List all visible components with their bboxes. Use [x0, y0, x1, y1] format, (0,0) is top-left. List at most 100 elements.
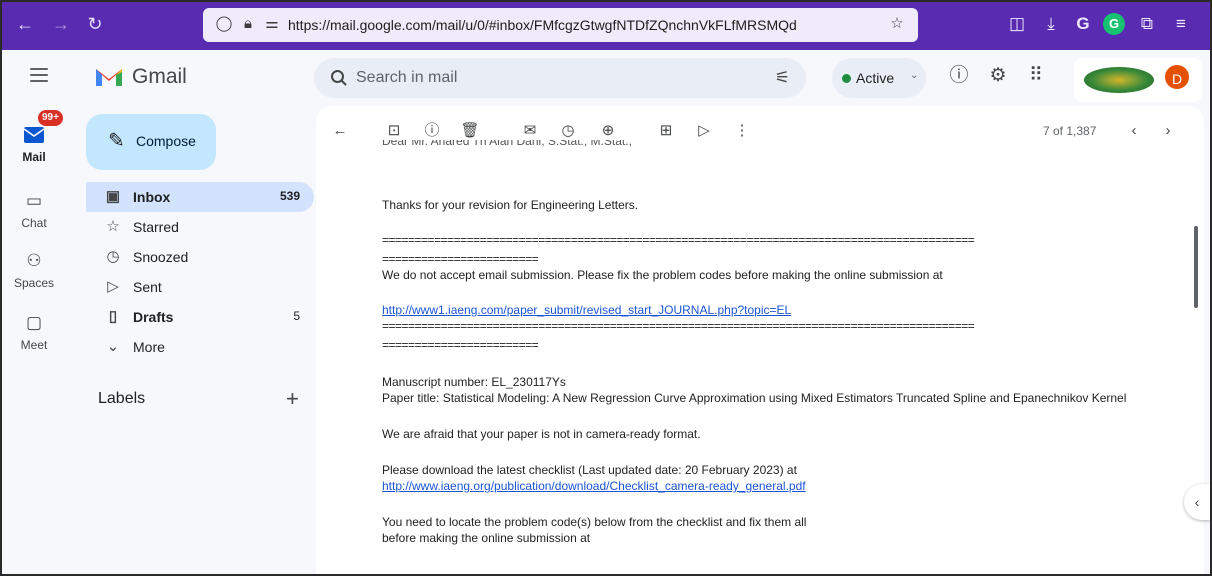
- spaces-people-icon: ⚇: [26, 251, 42, 270]
- rail-chat-label: Chat: [21, 216, 47, 230]
- star-icon: ☆: [106, 218, 120, 235]
- email-line: You need to locate the problem code(s) b…: [382, 515, 807, 529]
- separator-line: ========================: [382, 338, 539, 352]
- draft-file-icon: ▯: [108, 308, 118, 325]
- organization-emblem-icon: [1084, 67, 1154, 93]
- shield-icon[interactable]: ◯: [215, 15, 233, 33]
- report-spam-icon[interactable]: ⓘ: [422, 121, 442, 141]
- back-arrow-icon[interactable]: ←: [14, 13, 36, 35]
- chat-icon: ▭: [25, 191, 43, 210]
- checklist-link[interactable]: http://www.iaeng.org/publication/downloa…: [382, 479, 806, 493]
- email-line: before making the online submission at: [382, 531, 591, 545]
- chevron-down-icon: ⌄: [910, 70, 919, 81]
- search-bar[interactable]: Search in mail ⚟: [314, 58, 806, 98]
- grammarly-icon[interactable]: G: [1103, 13, 1125, 35]
- browser-toolbar: ← → ↻ ◯ 🔒︎ ⚌ https://mail.google.com/mai…: [0, 0, 1212, 50]
- search-icon[interactable]: [330, 69, 348, 87]
- email-line: Paper title: Statistical Modeling: A New…: [382, 391, 1127, 405]
- archive-icon[interactable]: ⊡: [384, 121, 404, 141]
- nav-item-label: Inbox: [133, 189, 171, 205]
- compose-button[interactable]: ✎ Compose: [86, 114, 216, 170]
- status-label: Active: [856, 70, 895, 86]
- extension-g-icon[interactable]: G: [1072, 13, 1094, 35]
- email-line: Manuscript number: EL_230117Ys: [382, 375, 566, 389]
- email-link[interactable]: http://www.iaeng.org/publication/downloa…: [382, 478, 806, 494]
- more-options-icon[interactable]: ⋮: [732, 121, 752, 141]
- previous-message-icon[interactable]: ‹: [1124, 121, 1144, 141]
- nav-item-inbox[interactable]: ▣ Inbox 539: [86, 182, 314, 212]
- inbox-icon: ▣: [105, 188, 121, 205]
- nav-item-starred[interactable]: ☆ Starred: [86, 212, 314, 242]
- drafts-count: 5: [293, 309, 300, 323]
- url-text[interactable]: https://mail.google.com/mail/u/0/#inbox/…: [288, 17, 797, 33]
- nav-item-label: More: [133, 339, 165, 355]
- back-to-inbox-icon[interactable]: ←: [330, 121, 350, 141]
- rail-chat[interactable]: ▭ Chat: [2, 190, 66, 230]
- rail-spaces[interactable]: ⚇ Spaces: [2, 250, 66, 290]
- rail-mail[interactable]: 99+ Mail: [2, 110, 66, 164]
- status-selector[interactable]: Active ⌄: [832, 58, 926, 98]
- add-to-tasks-icon[interactable]: ⊕: [598, 121, 618, 141]
- search-input[interactable]: Search in mail: [356, 69, 457, 87]
- help-icon[interactable]: ⓘ: [947, 64, 971, 88]
- mail-icon: [23, 127, 45, 143]
- email-line: We do not accept email submission. Pleas…: [382, 268, 943, 282]
- move-to-folder-icon[interactable]: ⊞: [656, 121, 676, 141]
- email-line: We are afraid that your paper is not in …: [382, 427, 701, 441]
- pocket-icon[interactable]: ◫: [1006, 13, 1028, 35]
- rail-mail-label: Mail: [22, 150, 46, 164]
- extensions-puzzle-icon[interactable]: ⧉: [1136, 13, 1158, 35]
- reload-icon[interactable]: ↻: [84, 13, 106, 35]
- settings-gear-icon[interactable]: ⚙: [986, 64, 1010, 88]
- nav-item-snoozed[interactable]: ◷ Snoozed: [86, 242, 314, 272]
- email-line: Please download the latest checklist (La…: [382, 463, 797, 477]
- mark-unread-icon[interactable]: ✉: [520, 121, 540, 141]
- address-bar[interactable]: ◯ 🔒︎ ⚌ https://mail.google.com/mail/u/0/…: [203, 8, 918, 42]
- email-line: Thanks for your revision for Engineering…: [382, 198, 639, 212]
- gmail-m-icon: [96, 69, 122, 86]
- separator-line: ========================================…: [382, 319, 975, 333]
- main-menu-icon[interactable]: [30, 68, 48, 82]
- inbox-count: 539: [279, 189, 300, 203]
- status-dot-icon: [842, 74, 851, 83]
- permissions-icon[interactable]: ⚌: [263, 15, 281, 33]
- message-pager: 7 of 1,387: [1043, 124, 1097, 138]
- app-name: Gmail: [132, 65, 187, 88]
- nav-item-more[interactable]: ⌄ More: [86, 332, 314, 362]
- clock-icon: ◷: [106, 248, 120, 265]
- separator-line: ========================================…: [382, 233, 975, 247]
- submission-link[interactable]: http://www1.iaeng.com/paper_submit/revis…: [382, 303, 791, 317]
- separator-line: ========================: [382, 252, 539, 266]
- nav-item-drafts[interactable]: ▯ Drafts 5: [86, 302, 314, 332]
- pencil-icon: ✎: [108, 130, 125, 152]
- labels-heading: Labels: [98, 390, 146, 407]
- delete-trash-icon[interactable]: 🗑︎: [460, 121, 480, 141]
- forward-arrow-icon[interactable]: →: [50, 13, 72, 35]
- label-tag-icon[interactable]: ▷: [694, 121, 714, 141]
- email-link[interactable]: http://www1.iaeng.com/paper_submit/revis…: [382, 302, 791, 318]
- meet-video-icon: ▢: [25, 313, 43, 332]
- chevron-down-icon: ⌄: [106, 338, 120, 355]
- add-label-icon[interactable]: +: [286, 386, 299, 412]
- nav-item-label: Sent: [133, 279, 162, 295]
- gmail-page: Gmail Search in mail ⚟ Active ⌄ ⓘ ⚙ ⠿ D …: [2, 50, 1210, 576]
- nav-item-label: Drafts: [133, 309, 174, 325]
- compose-label: Compose: [136, 133, 196, 149]
- scrollbar[interactable]: [1194, 226, 1198, 308]
- nav-item-sent[interactable]: ▷ Sent: [86, 272, 314, 302]
- mail-unread-badge: 99+: [38, 110, 63, 126]
- send-icon: ▷: [107, 278, 119, 295]
- apps-grid-icon[interactable]: ⠿: [1024, 64, 1048, 88]
- browser-menu-icon[interactable]: ≡: [1170, 13, 1192, 35]
- avatar[interactable]: D: [1163, 63, 1191, 91]
- truncated-greeting: Dear Mr. Anared Th Alan Dani, S.Stat., M…: [382, 140, 632, 148]
- rail-meet[interactable]: ▢ Meet: [2, 312, 66, 352]
- rail-spaces-label: Spaces: [13, 276, 55, 290]
- lock-icon[interactable]: 🔒︎: [239, 15, 257, 33]
- download-icon[interactable]: ⤓: [1040, 13, 1062, 35]
- bookmark-star-icon[interactable]: ☆: [888, 15, 906, 33]
- snooze-clock-icon[interactable]: ◷: [558, 121, 578, 141]
- nav-item-label: Snoozed: [133, 249, 189, 265]
- next-message-icon[interactable]: ›: [1158, 121, 1178, 141]
- search-options-icon[interactable]: ⚟: [775, 68, 790, 88]
